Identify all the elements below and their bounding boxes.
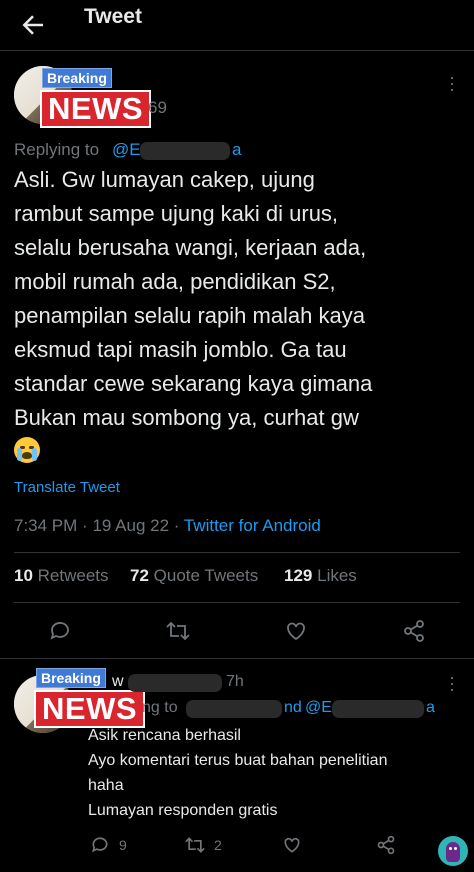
more-icon[interactable]: · · · xyxy=(446,68,458,98)
reply-mention-2-start[interactable]: @E xyxy=(305,699,332,717)
redaction-bar xyxy=(140,142,230,160)
reply-line: Asik rencana berhasil xyxy=(88,727,241,744)
redaction-bar xyxy=(128,674,222,692)
quotes-stat[interactable]: 72 Quote Tweets xyxy=(130,566,258,586)
tweet-line: selalu berusaha wangi, kerjaan ada, xyxy=(14,235,367,260)
redaction-bar xyxy=(332,700,424,718)
reply-author-name[interactable]: w xyxy=(112,673,124,691)
tweet-line: rambut sampe ujung kaki di urus, xyxy=(14,201,339,226)
more-icon[interactable]: · · · xyxy=(446,668,458,698)
translate-link[interactable]: Translate Tweet xyxy=(14,479,120,496)
reply-text: Asik rencana berhasil Ayo komentari teru… xyxy=(88,723,458,823)
reply-time[interactable]: 7h xyxy=(226,673,244,691)
replying-handle-start[interactable]: @E xyxy=(112,140,141,160)
like-icon[interactable] xyxy=(284,619,308,643)
timestamp-row: 7:34 PM · 19 Aug 22 · Twitter for Androi… xyxy=(14,516,321,535)
tweet-line: eksmud tapi masih jomblo. Ga tau xyxy=(14,337,347,362)
likes-stat[interactable]: 129 Likes xyxy=(284,566,357,586)
reply-count: 9 xyxy=(119,837,127,853)
divider xyxy=(0,658,474,659)
tweet-source[interactable]: Twitter for Android xyxy=(184,516,321,535)
reply-mention-2-end[interactable]: a xyxy=(426,699,435,717)
tweet-time[interactable]: 7:34 PM xyxy=(14,516,77,535)
retweet-icon[interactable] xyxy=(184,835,206,855)
reply-mention-1[interactable]: nd xyxy=(284,699,302,717)
replying-to: Replying to xyxy=(14,140,99,160)
top-bar: Tweet xyxy=(0,0,474,51)
retweets-stat[interactable]: 10 Retweets xyxy=(14,566,109,586)
share-icon[interactable] xyxy=(402,619,426,643)
tweet-line: standar cewe sekarang kaya gimana xyxy=(14,371,373,396)
divider xyxy=(14,552,460,553)
reply-replying-to: ng to xyxy=(142,699,178,716)
page-title: Tweet xyxy=(84,5,142,28)
like-icon[interactable] xyxy=(282,835,302,855)
retweet-icon[interactable] xyxy=(165,619,191,643)
tweet-line: penampilan selalu rapih malah kaya xyxy=(14,303,365,328)
redaction-bar xyxy=(186,700,282,718)
reply-line: Lumayan responden gratis xyxy=(88,802,278,819)
tweet-date[interactable]: 19 Aug 22 xyxy=(92,516,169,535)
share-icon[interactable] xyxy=(376,835,396,855)
back-arrow-icon[interactable] xyxy=(18,10,48,40)
floating-avatar-icon[interactable] xyxy=(438,836,468,866)
news-badge: NEWS xyxy=(40,90,151,128)
divider xyxy=(14,602,460,603)
replying-prefix: Replying to xyxy=(14,140,100,159)
reply-icon[interactable] xyxy=(90,835,110,855)
tweet-line: Bukan mau sombong ya, curhat gw xyxy=(14,405,359,430)
tweet-text: Asli. Gw lumayan cakep, ujung rambut sam… xyxy=(14,163,464,469)
tweet-line: mobil rumah ada, pendidikan S2, xyxy=(14,269,336,294)
breaking-badge: Breaking xyxy=(42,68,112,88)
breaking-badge: Breaking xyxy=(36,668,106,688)
crying-face-emoji-icon xyxy=(14,437,40,463)
replying-handle-end[interactable]: a xyxy=(232,140,241,160)
tweet-line: Asli. Gw lumayan cakep, ujung xyxy=(14,167,315,192)
reply-line: Ayo komentari terus buat bahan penelitia… xyxy=(88,752,388,769)
retweet-count: 2 xyxy=(214,837,222,853)
reply-line: haha xyxy=(88,777,124,794)
author-handle[interactable]: 69 xyxy=(148,98,167,118)
reply-icon[interactable] xyxy=(48,619,72,643)
